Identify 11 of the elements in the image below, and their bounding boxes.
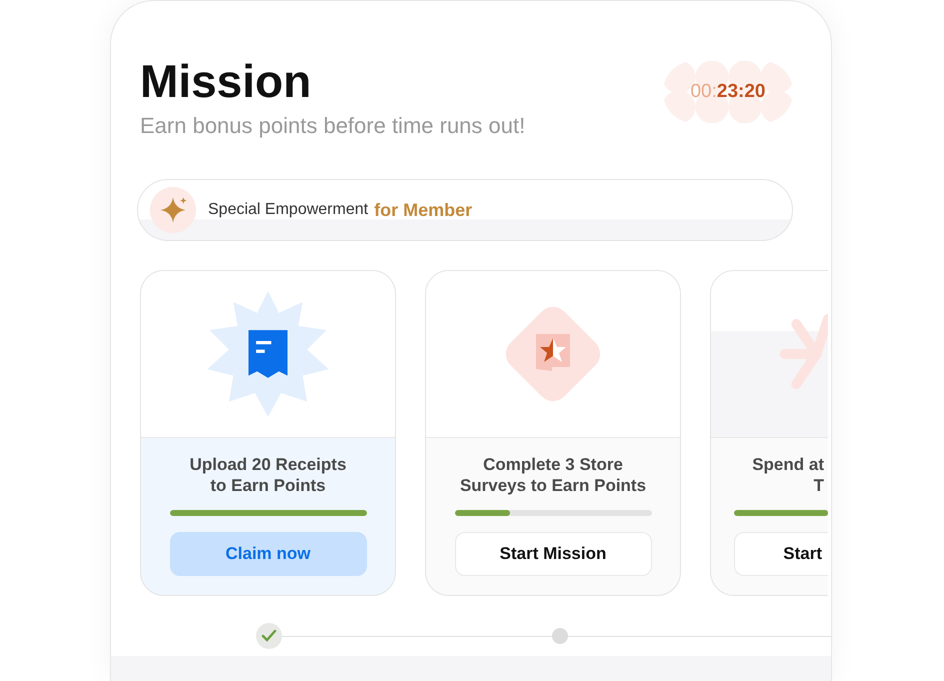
page-subtitle: Earn bonus points before time runs out! xyxy=(140,113,526,139)
start-mission-button[interactable]: Start Mission xyxy=(454,532,652,576)
mission-title: Upload 20 Receipts to Earn Points xyxy=(190,454,346,496)
sparkle-icon xyxy=(150,187,196,233)
page-title: Mission xyxy=(140,54,312,109)
mission-title: Complete 3 Store Surveys to Earn Points xyxy=(460,454,646,496)
banner-highlight: for Member xyxy=(374,200,472,220)
start-mission-button[interactable]: Start xyxy=(734,532,828,576)
banner-text: Special Empowerment xyxy=(208,201,368,219)
mission-title: Spend at T xyxy=(752,454,824,496)
countdown-timer: 00:23:20 xyxy=(663,61,793,123)
